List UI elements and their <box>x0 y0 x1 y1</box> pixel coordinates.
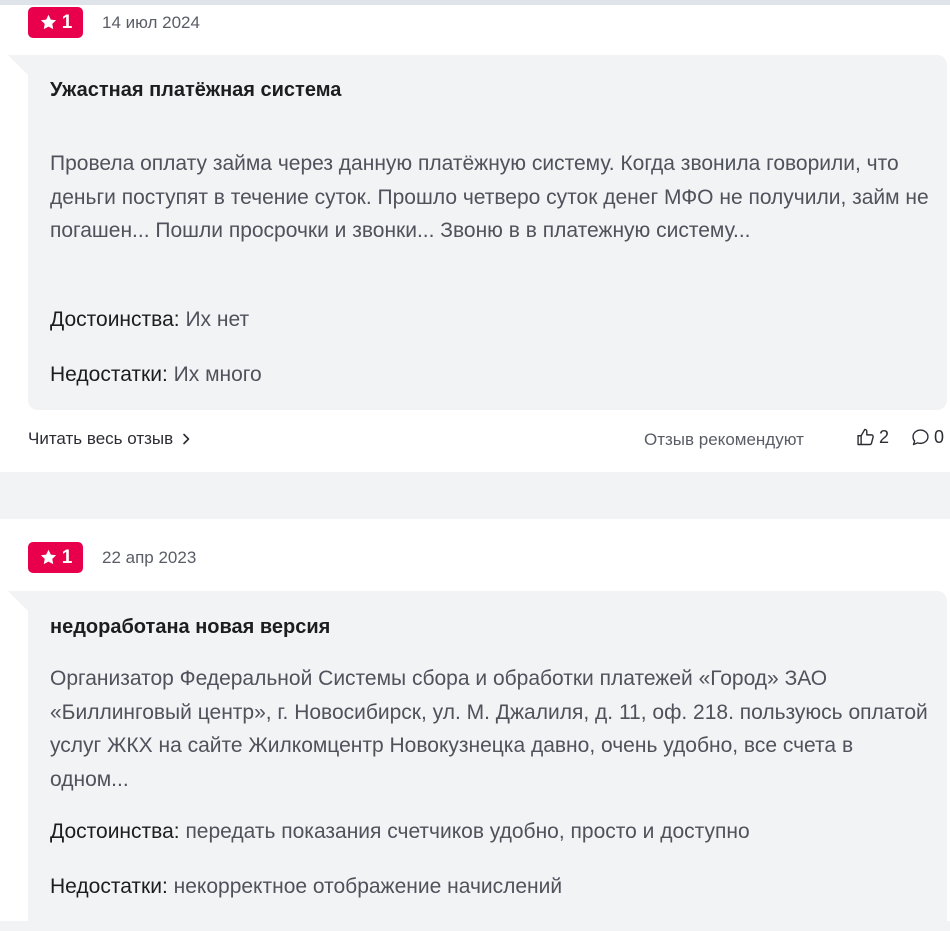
recommend-label: Отзыв рекомендуют <box>644 430 804 449</box>
read-full-review-link[interactable]: Читать весь отзыв <box>28 429 191 449</box>
review-pros: Достоинства: передать показания счетчико… <box>50 820 750 844</box>
review-title[interactable]: Ужастная платёжная система <box>50 79 341 102</box>
review-date: 14 июл 2024 <box>102 13 200 32</box>
rating-badge: 1 <box>28 7 83 38</box>
review-text: Провела оплату займа через данную платёж… <box>50 152 929 242</box>
review-cons: Недостатки: Их много <box>50 363 262 387</box>
rating-value: 1 <box>61 546 73 568</box>
thumbs-up-icon <box>857 428 874 446</box>
star-icon <box>40 549 56 565</box>
review-bubble: недоработана новая версия Организатор Фе… <box>8 591 947 931</box>
review-cons: Недостатки: некорректное отображение нач… <box>50 875 562 899</box>
like-count: 2 <box>879 427 890 447</box>
star-icon <box>40 14 56 30</box>
read-full-review-label: Читать весь отзыв <box>28 429 174 448</box>
cons-value: Их много <box>173 363 262 386</box>
review-card: 1 14 июл 2024 Ужастная платёжная система… <box>0 5 950 472</box>
pros-label: Достоинства: <box>50 308 180 331</box>
chevron-right-icon <box>183 433 190 445</box>
review-text: Организатор Федеральной Системы сбора и … <box>50 667 928 791</box>
comment-count: 0 <box>934 427 945 447</box>
review-date: 22 апр 2023 <box>102 548 197 567</box>
pros-label: Достоинства: <box>50 820 180 843</box>
pros-value: Их нет <box>185 308 250 331</box>
cons-label: Недостатки: <box>50 875 168 898</box>
rating-value: 1 <box>61 11 73 33</box>
review-card: 1 22 апр 2023 недоработана новая версия … <box>0 519 950 931</box>
review-bubble: Ужастная платёжная система Провела оплат… <box>8 55 947 410</box>
cons-value: некорректное отображение начислений <box>173 875 563 898</box>
rating-badge: 1 <box>28 542 83 573</box>
review-title[interactable]: недоработана новая версия <box>50 616 330 639</box>
like-button[interactable]: 2 <box>855 427 889 448</box>
comments-button[interactable]: 0 <box>910 427 944 448</box>
cons-label: Недостатки: <box>50 363 168 386</box>
comment-icon <box>912 429 929 446</box>
pros-value: передать показания счетчиков удобно, про… <box>185 820 750 843</box>
review-pros: Достоинства: Их нет <box>50 308 249 332</box>
